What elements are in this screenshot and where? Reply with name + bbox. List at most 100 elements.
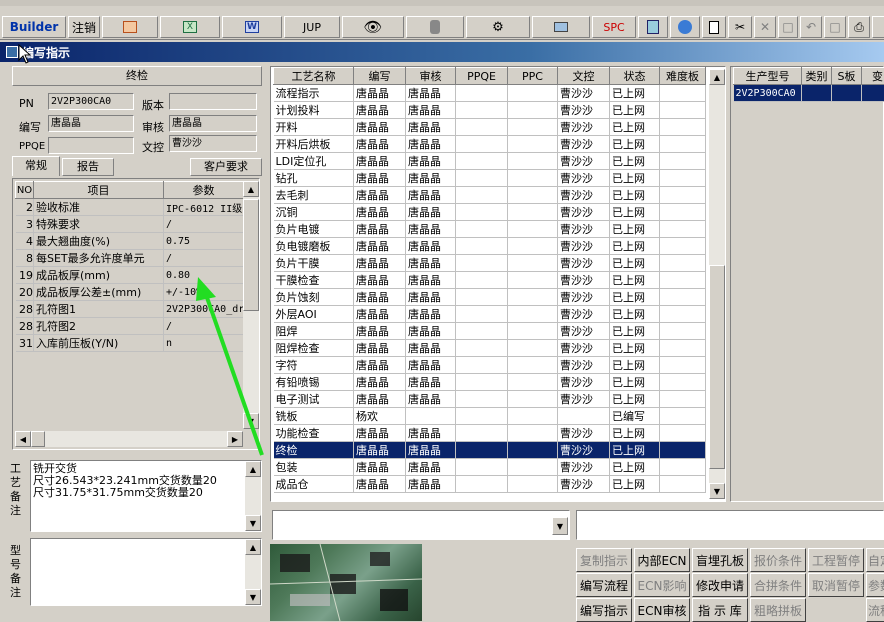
action-button[interactable]: 自定义 — [866, 548, 884, 572]
action-button[interactable]: 复制指示 — [576, 548, 632, 572]
step-row[interactable]: 字符唐晶晶唐晶晶曹沙沙已上网 — [274, 357, 706, 374]
computer-icon[interactable] — [532, 16, 590, 38]
steps-vscroll[interactable]: ▲ ▼ — [709, 69, 725, 499]
steps-scroll-down-icon[interactable]: ▼ — [709, 483, 725, 499]
step-row[interactable]: 负片蚀刻唐晶晶唐晶晶曹沙沙已上网 — [274, 289, 706, 306]
action-button[interactable]: 编写流程 — [576, 573, 632, 597]
action-button[interactable]: 参数检 — [866, 573, 884, 597]
process-note-box[interactable]: 铣开交货尺寸26.543*23.241mm交货数量20尺寸31.75*31.75… — [30, 460, 262, 532]
step-row[interactable]: 功能检查唐晶晶唐晶晶曹沙沙已上网 — [274, 425, 706, 442]
steps-col-header[interactable]: 审核 — [406, 68, 456, 85]
param-row[interactable]: 2验收标准IPC-6012 II级 — [16, 199, 244, 216]
step-row[interactable]: 负电镀磨板唐晶晶唐晶晶曹沙沙已上网 — [274, 238, 706, 255]
ppqe-field[interactable] — [48, 137, 134, 154]
writer-field[interactable]: 唐晶晶 — [48, 115, 134, 132]
model-scroll-up-icon[interactable]: ▲ — [245, 539, 261, 555]
model-scroll-down-icon[interactable]: ▼ — [245, 589, 261, 605]
excel-icon[interactable]: X — [160, 16, 220, 38]
models-col-header[interactable]: 变 — [862, 68, 884, 85]
action-button[interactable]: 流程检 — [866, 598, 884, 622]
step-row[interactable]: 干膜检查唐晶晶唐晶晶曹沙沙已上网 — [274, 272, 706, 289]
step-row[interactable]: 有铅喷锡唐晶晶唐晶晶曹沙沙已上网 — [274, 374, 706, 391]
param-col-no[interactable]: NO — [16, 182, 34, 199]
action-button[interactable]: 粗略拼板 — [750, 598, 806, 622]
action-button[interactable]: ECN审核 — [634, 598, 690, 622]
model-row[interactable]: 2V2P300CA0 — [734, 85, 884, 102]
steps-col-header[interactable]: 状态 — [610, 68, 660, 85]
step-row[interactable]: 沉铜唐晶晶唐晶晶曹沙沙已上网 — [274, 204, 706, 221]
cut-icon[interactable]: ✂ — [728, 16, 752, 38]
toolbar-overflow[interactable] — [872, 16, 884, 38]
step-row[interactable]: 计划投料唐晶晶唐晶晶曹沙沙已上网 — [274, 102, 706, 119]
steps-scroll-up-icon[interactable]: ▲ — [709, 69, 725, 85]
hscroll-thumb[interactable] — [31, 431, 45, 447]
param-row[interactable]: 3特殊要求/ — [16, 216, 244, 233]
network-icon[interactable]: ⚙ — [466, 16, 530, 38]
eye-icon[interactable]: 👁 — [342, 16, 404, 38]
step-row[interactable]: 负片电镀唐晶晶唐晶晶曹沙沙已上网 — [274, 221, 706, 238]
step-row[interactable]: 开料唐晶晶唐晶晶曹沙沙已上网 — [274, 119, 706, 136]
new-file-icon[interactable] — [702, 16, 726, 38]
step-row[interactable]: 铣板杨欢已编写 — [274, 408, 706, 425]
step-row[interactable]: 阻焊检查唐晶晶唐晶晶曹沙沙已上网 — [274, 340, 706, 357]
database-icon[interactable] — [406, 16, 464, 38]
save-icon[interactable]: □ — [778, 16, 798, 38]
action-button[interactable]: 盲埋孔板 — [692, 548, 748, 572]
print-icon[interactable]: ⎙ — [848, 16, 870, 38]
action-button[interactable]: 取消暂停 — [808, 573, 864, 597]
step-row[interactable]: 包装唐晶晶唐晶晶曹沙沙已上网 — [274, 459, 706, 476]
step-row[interactable]: 负片干膜唐晶晶唐晶晶曹沙沙已上网 — [274, 255, 706, 272]
doc-control-field[interactable]: 曹沙沙 — [169, 135, 257, 152]
step-row[interactable]: 去毛刺唐晶晶唐晶晶曹沙沙已上网 — [274, 187, 706, 204]
tab-report[interactable]: 报告 — [62, 158, 114, 176]
tab-general[interactable]: 常规 — [12, 156, 60, 176]
jup-button[interactable]: JUP — [284, 16, 340, 38]
steps-col-header[interactable]: 编写 — [354, 68, 406, 85]
steps-col-header[interactable]: PPC — [508, 68, 558, 85]
steps-col-header[interactable]: 文控 — [558, 68, 610, 85]
scroll-left-icon[interactable]: ◀ — [15, 431, 31, 447]
logout-button[interactable]: 注销 — [68, 16, 100, 38]
version-field[interactable] — [169, 93, 257, 110]
param-col-value[interactable]: 参数 — [164, 182, 244, 199]
detail-input[interactable] — [576, 510, 884, 540]
reviewer-field[interactable]: 唐晶晶 — [169, 115, 257, 132]
scroll-up-icon[interactable]: ▲ — [243, 181, 259, 197]
step-combo[interactable]: ▼ — [272, 510, 570, 540]
steps-col-header[interactable]: 工艺名称 — [274, 68, 354, 85]
spc-button[interactable]: SPC — [592, 16, 636, 38]
steps-col-header[interactable]: PPQE — [456, 68, 508, 85]
param-row[interactable]: 8每SET最多允许度单元/ — [16, 250, 244, 267]
globe-icon[interactable] — [670, 16, 700, 38]
action-button[interactable]: 工程暂停 — [808, 548, 864, 572]
calculator-icon[interactable] — [638, 16, 668, 38]
note-scroll-up-icon[interactable]: ▲ — [245, 461, 261, 477]
step-row[interactable]: LDI定位孔唐晶晶唐晶晶曹沙沙已上网 — [274, 153, 706, 170]
step-row[interactable]: 流程指示唐晶晶唐晶晶曹沙沙已上网 — [274, 85, 706, 102]
note-scroll-down-icon[interactable]: ▼ — [245, 515, 261, 531]
print-preview-icon[interactable]: □ — [824, 16, 846, 38]
steps-col-header[interactable]: 难度板 — [660, 68, 706, 85]
step-row[interactable]: 阻焊唐晶晶唐晶晶曹沙沙已上网 — [274, 323, 706, 340]
step-row[interactable]: 成品仓唐晶晶唐晶晶曹沙沙已上网 — [274, 476, 706, 493]
param-row[interactable]: 4最大翘曲度(%)0.75 — [16, 233, 244, 250]
step-row[interactable]: 电子测试唐晶晶唐晶晶曹沙沙已上网 — [274, 391, 706, 408]
word-icon[interactable]: W — [222, 16, 282, 38]
action-button[interactable]: 指 示 库 — [692, 598, 748, 622]
combo-dropdown-icon[interactable]: ▼ — [552, 517, 568, 535]
step-row[interactable]: 外层AOI唐晶晶唐晶晶曹沙沙已上网 — [274, 306, 706, 323]
action-button[interactable]: 修改申请 — [692, 573, 748, 597]
undo-icon[interactable]: ↶ — [800, 16, 822, 38]
delete-icon[interactable]: ✕ — [754, 16, 776, 38]
step-row[interactable]: 终检唐晶晶唐晶晶曹沙沙已上网 — [274, 442, 706, 459]
builder-button[interactable]: Builder — [2, 16, 66, 38]
step-row[interactable]: 开料后烘板唐晶晶唐晶晶曹沙沙已上网 — [274, 136, 706, 153]
action-button[interactable]: 合拼条件 — [750, 573, 806, 597]
action-button[interactable]: 编写指示 — [576, 598, 632, 622]
step-row[interactable]: 钻孔唐晶晶唐晶晶曹沙沙已上网 — [274, 170, 706, 187]
pn-field[interactable]: 2V2P300CA0 — [48, 93, 134, 110]
model-note-box[interactable]: ▲ ▼ — [30, 538, 262, 606]
tab-customer-requirements[interactable]: 客户要求 — [190, 158, 262, 176]
action-button[interactable]: 报价条件 — [750, 548, 806, 572]
models-col-header[interactable]: 类别 — [802, 68, 832, 85]
